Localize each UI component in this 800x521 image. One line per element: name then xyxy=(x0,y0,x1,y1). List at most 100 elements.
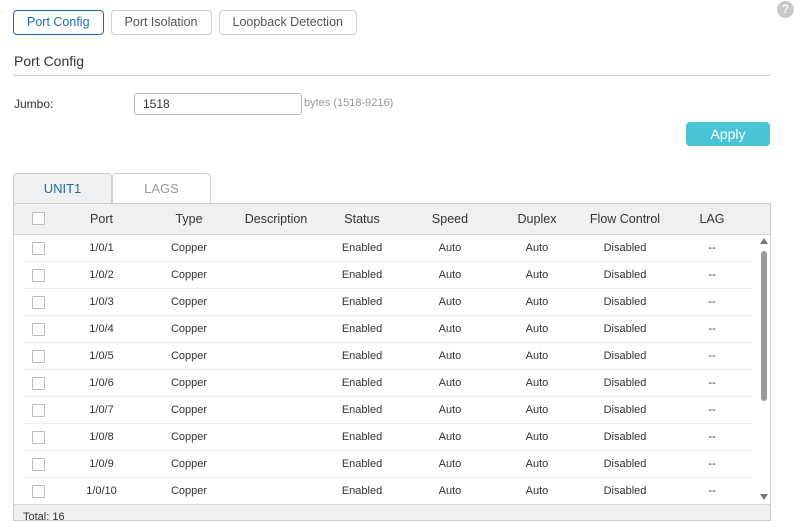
column-header-lag[interactable]: LAG xyxy=(692,204,732,234)
cell-speed: Auto xyxy=(438,377,462,389)
table-row[interactable]: 1/0/3 Copper Enabled Auto Auto Disabled -- xyxy=(14,289,756,316)
cell-port: 1/0/8 xyxy=(89,431,114,443)
section-divider xyxy=(13,75,770,76)
column-header-flow-control[interactable]: Flow Control xyxy=(580,204,670,234)
cell-port: 1/0/9 xyxy=(89,458,114,470)
cell-port: 1/0/10 xyxy=(86,485,117,497)
column-header-status[interactable]: Status xyxy=(332,204,392,234)
cell-lag: -- xyxy=(708,296,716,308)
row-checkbox[interactable] xyxy=(32,431,45,444)
row-checkbox[interactable] xyxy=(32,404,45,417)
table-header: Port Type Description Status Speed Duple… xyxy=(14,204,770,235)
tab-port-isolation[interactable]: Port Isolation xyxy=(110,10,212,35)
scroll-down-arrow-icon[interactable] xyxy=(760,494,768,500)
cell-description xyxy=(236,316,316,343)
apply-button[interactable]: Apply xyxy=(686,122,770,146)
row-checkbox[interactable] xyxy=(32,458,45,471)
cell-flow-control: Disabled xyxy=(603,242,647,254)
tab-loopback-detection[interactable]: Loopback Detection xyxy=(218,10,357,35)
table-row[interactable]: 1/0/7 Copper Enabled Auto Auto Disabled -- xyxy=(14,397,756,424)
tab-port-config[interactable]: Port Config xyxy=(13,10,104,35)
cell-flow-control: Disabled xyxy=(603,323,647,335)
jumbo-label: Jumbo: xyxy=(14,97,54,111)
help-icon[interactable]: ? xyxy=(777,1,794,18)
cell-duplex: Auto xyxy=(525,377,549,389)
cell-speed: Auto xyxy=(438,431,462,443)
jumbo-hint: bytes (1518-9216) xyxy=(304,97,394,109)
tab-unit1[interactable]: UNIT1 xyxy=(13,173,112,204)
cell-type: Copper xyxy=(170,323,208,335)
cell-type: Copper xyxy=(170,296,208,308)
table-row[interactable]: 1/0/6 Copper Enabled Auto Auto Disabled -- xyxy=(14,370,756,397)
scroll-thumb[interactable] xyxy=(761,251,767,401)
column-header-speed[interactable]: Speed xyxy=(420,204,480,234)
top-tab-bar: Port Config Port Isolation Loopback Dete… xyxy=(13,10,357,35)
table-row[interactable]: 1/0/4 Copper Enabled Auto Auto Disabled -- xyxy=(14,316,756,343)
table-row[interactable]: 1/0/8 Copper Enabled Auto Auto Disabled -- xyxy=(14,424,756,451)
jumbo-input[interactable] xyxy=(134,93,302,115)
cell-lag: -- xyxy=(708,458,716,470)
cell-lag: -- xyxy=(708,350,716,362)
tab-lags[interactable]: LAGS xyxy=(112,173,211,204)
scroll-up-arrow-icon[interactable] xyxy=(760,238,768,244)
cell-lag: -- xyxy=(708,404,716,416)
table-row[interactable]: 1/0/10 Copper Enabled Auto Auto Disabled -- xyxy=(14,478,756,505)
cell-status: Enabled xyxy=(341,242,383,254)
port-table: Port Type Description Status Speed Duple… xyxy=(13,203,771,521)
column-header-type[interactable]: Type xyxy=(159,204,219,234)
cell-flow-control: Disabled xyxy=(603,458,647,470)
cell-duplex: Auto xyxy=(525,404,549,416)
row-checkbox[interactable] xyxy=(32,377,45,390)
cell-description xyxy=(236,397,316,424)
cell-port: 1/0/4 xyxy=(89,323,114,335)
column-header-description[interactable]: Description xyxy=(236,204,316,234)
table-row[interactable]: 1/0/2 Copper Enabled Auto Auto Disabled -- xyxy=(14,262,756,289)
row-checkbox[interactable] xyxy=(32,323,45,336)
cell-duplex: Auto xyxy=(525,458,549,470)
row-checkbox[interactable] xyxy=(32,350,45,363)
cell-status: Enabled xyxy=(341,485,383,497)
cell-lag: -- xyxy=(708,377,716,389)
cell-speed: Auto xyxy=(438,269,462,281)
cell-lag: -- xyxy=(708,242,716,254)
select-all-checkbox[interactable] xyxy=(32,212,45,225)
cell-description xyxy=(236,478,316,505)
cell-type: Copper xyxy=(170,431,208,443)
column-header-port[interactable]: Port xyxy=(74,204,129,234)
table-scrollbar[interactable] xyxy=(759,235,769,503)
cell-flow-control: Disabled xyxy=(603,377,647,389)
cell-description xyxy=(236,424,316,451)
cell-type: Copper xyxy=(170,242,208,254)
cell-status: Enabled xyxy=(341,404,383,416)
cell-port: 1/0/6 xyxy=(89,377,114,389)
cell-status: Enabled xyxy=(341,269,383,281)
cell-type: Copper xyxy=(170,377,208,389)
cell-flow-control: Disabled xyxy=(603,485,647,497)
row-checkbox[interactable] xyxy=(32,485,45,498)
cell-status: Enabled xyxy=(341,431,383,443)
cell-status: Enabled xyxy=(341,377,383,389)
cell-description xyxy=(236,451,316,478)
cell-port: 1/0/7 xyxy=(89,404,114,416)
cell-port: 1/0/5 xyxy=(89,350,114,362)
row-checkbox[interactable] xyxy=(32,269,45,282)
cell-lag: -- xyxy=(708,485,716,497)
cell-lag: -- xyxy=(708,269,716,281)
row-checkbox[interactable] xyxy=(32,242,45,255)
cell-status: Enabled xyxy=(341,458,383,470)
table-row[interactable]: 1/0/5 Copper Enabled Auto Auto Disabled -- xyxy=(14,343,756,370)
cell-status: Enabled xyxy=(341,350,383,362)
cell-speed: Auto xyxy=(438,296,462,308)
cell-duplex: Auto xyxy=(525,242,549,254)
table-row[interactable]: 1/0/9 Copper Enabled Auto Auto Disabled -- xyxy=(14,451,756,478)
total-count: Total: 16 xyxy=(23,511,65,521)
row-checkbox[interactable] xyxy=(32,296,45,309)
cell-status: Enabled xyxy=(341,323,383,335)
cell-lag: -- xyxy=(708,431,716,443)
cell-description xyxy=(236,289,316,316)
column-header-duplex[interactable]: Duplex xyxy=(507,204,567,234)
table-row[interactable]: 1/0/1 Copper Enabled Auto Auto Disabled -- xyxy=(14,235,756,262)
cell-speed: Auto xyxy=(438,350,462,362)
cell-duplex: Auto xyxy=(525,431,549,443)
cell-flow-control: Disabled xyxy=(603,404,647,416)
